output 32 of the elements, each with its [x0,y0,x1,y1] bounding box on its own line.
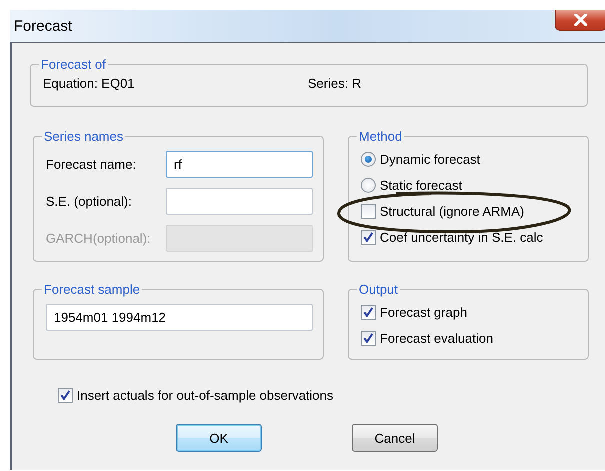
input-field[interactable]: 1954m01 1994m12 [46,304,313,331]
close-button[interactable] [555,10,605,31]
option-label: Coef uncertainty in S.E. calc [380,230,544,244]
close-icon [574,14,588,26]
input-field[interactable]: rf [166,151,313,178]
group-title: Forecast sample [43,282,142,297]
field-label: Forecast name: [46,157,138,172]
radio-button[interactable] [361,152,376,166]
field-label: S.E. (optional): [46,194,133,209]
option-label: Forecast graph [380,304,468,320]
group-title: Output [358,282,400,297]
option-label: Dynamic forecast [380,152,480,166]
equation-label: Equation: EQ01 [43,76,136,91]
checkbox[interactable] [361,304,376,320]
option-label: Insert actuals for out-of-sample observations [77,388,334,402]
group-title: Forecast of [40,57,108,72]
checkbox[interactable] [361,204,376,218]
input-field[interactable] [166,188,313,215]
radio-button[interactable] [361,178,376,192]
dialog-button[interactable]: OK [176,424,262,452]
dialog-button[interactable]: Cancel [352,424,438,452]
checkbox[interactable] [58,388,73,402]
group-title: Series names [43,129,124,144]
checkbox[interactable] [361,330,376,346]
option-label: Static forecast [380,178,462,192]
option-label: Forecast evaluation [380,330,494,346]
series-label: Series: R [308,76,362,91]
option-label: Structural (ignore ARMA) [380,204,524,218]
field-label: GARCH(optional): [46,231,152,246]
group-title: Method [358,129,404,144]
window-title: Forecast [14,18,72,34]
checkbox[interactable] [361,230,376,244]
